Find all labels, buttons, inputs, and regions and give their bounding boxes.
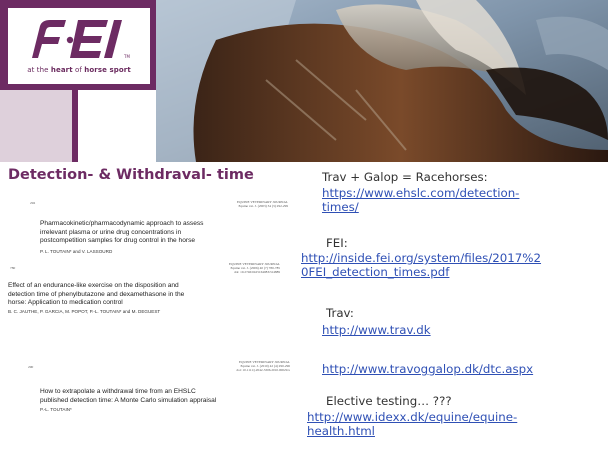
section-title: Detection- & Withdraval- time: [8, 167, 254, 183]
paper-authors: B. C. JAUTHE, P. GARCIA, M. POPOT, P.-L.…: [8, 309, 161, 314]
trav-label: Trav:: [326, 306, 354, 320]
paper-page-number: 290: [28, 365, 34, 369]
trav-dk-link[interactable]: http://www.trav.dk: [322, 323, 431, 337]
paper-journal-header: EQUINE VETERINARY JOURNAL Equine vet. J.…: [228, 262, 280, 274]
paper-journal-header: EQUINE VETERINARY JOURNAL Equine vet. J.…: [236, 200, 288, 208]
paper-excerpt-1: 292 EQUINE VETERINARY JOURNAL Equine vet…: [14, 200, 294, 260]
paper-title: Effect of an endurance-like exercise on …: [8, 282, 185, 307]
ehslc-detection-times-link[interactable]: https://www.ehslc.com/detection- times/: [322, 186, 519, 214]
horse-photo-image: [156, 0, 608, 162]
racehorses-label: Trav + Galop = Racehorses:: [322, 170, 488, 184]
header-lilac-square: [0, 90, 72, 162]
elective-testing-label: Elective testing… ???: [326, 394, 452, 408]
horse-photo: [156, 0, 608, 162]
paper-title: How to extrapolate a withdrawal time fro…: [40, 388, 217, 404]
header-left-bar: [0, 8, 8, 84]
svg-text:TM: TM: [123, 54, 130, 59]
paper-journal-header: EQUINE VETERINARY JOURNAL Equine vet. J.…: [236, 360, 290, 372]
fei-logo: TM at the heart of horse sport: [8, 8, 150, 84]
fei-detection-times-pdf-link[interactable]: http://inside.fei.org/system/files/2017%…: [301, 251, 541, 279]
fei-logo-icon: TM: [32, 20, 130, 59]
header-white-square: [78, 90, 156, 162]
paper-excerpt-3: 290 EQUINE VETERINARY JOURNAL Equine vet…: [14, 360, 294, 415]
paper-title: Pharmacokinetic/pharmacodynamic approach…: [40, 220, 204, 245]
fei-tagline: at the heart of horse sport: [27, 66, 131, 74]
slide-header: TM at the heart of horse sport: [0, 0, 608, 162]
idexx-equine-health-link[interactable]: http://www.idexx.dk/equine/equine- healt…: [307, 410, 517, 438]
travoggalop-dtc-link[interactable]: http://www.travoggalop.dk/dtc.aspx: [322, 362, 533, 376]
paper-authors: P.-L. TOUTAIN*: [40, 407, 72, 412]
paper-authors: P. L. TOUTAIN* and V. LASSOURD: [40, 249, 113, 254]
header-top-bar: [0, 0, 156, 8]
paper-page-number: 292: [30, 201, 36, 205]
paper-page-number: 780: [10, 266, 16, 270]
paper-excerpt-2: 780 EQUINE VETERINARY JOURNAL Equine vet…: [6, 262, 294, 324]
fei-label: FEI:: [326, 236, 348, 250]
